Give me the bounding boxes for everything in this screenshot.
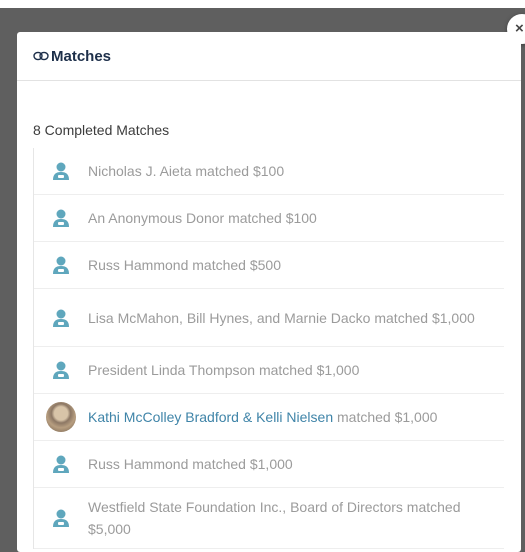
match-text: An Anonymous Donor matched $100 <box>88 207 317 229</box>
person-icon <box>46 250 76 280</box>
match-row: President Linda Thompson matched $1,000 <box>34 347 504 394</box>
match-text: Westfield State Foundation Inc., Board o… <box>88 496 504 540</box>
donor-name: Nicholas J. Aieta <box>88 163 192 179</box>
person-icon <box>46 203 76 233</box>
match-row: Russ Hammond matched $1,000 <box>34 441 504 488</box>
person-icon <box>46 503 76 533</box>
donor-name-link[interactable]: Kathi McColley Bradford & Kelli Nielsen <box>88 409 333 425</box>
donor-photo-avatar <box>46 402 76 432</box>
donor-name: Westfield State Foundation Inc., Board o… <box>88 499 403 515</box>
person-icon <box>46 355 76 385</box>
match-verb: matched <box>195 163 250 179</box>
donor-name: Lisa McMahon, Bill Hynes, and Marnie Dac… <box>88 309 371 326</box>
match-row: Nicholas J. Aieta matched $100 <box>34 148 504 195</box>
donor-name: Russ Hammond <box>88 257 189 273</box>
match-text: Russ Hammond matched $500 <box>88 254 281 276</box>
match-verb: matched <box>192 456 246 472</box>
match-amount: $1,000 <box>249 456 293 472</box>
match-text: Lisa McMahon, Bill Hynes, and Marnie Dac… <box>88 307 475 329</box>
match-amount: $1,000 <box>316 362 360 378</box>
match-text: Russ Hammond matched $1,000 <box>88 453 293 475</box>
match-text: Nicholas J. Aieta matched $100 <box>88 160 284 182</box>
matches-modal: Matches 8 Completed Matches Nicholas J. … <box>17 32 521 552</box>
match-row: Westfield State Foundation Inc., Board o… <box>34 488 504 549</box>
match-row: An Anonymous Donor matched $100 <box>34 195 504 242</box>
infinity-link-icon <box>33 51 49 61</box>
modal-header: Matches <box>17 32 521 81</box>
background-page-header <box>0 0 525 8</box>
match-amount: $100 <box>252 163 285 179</box>
match-row: Russ Hammond matched $500 <box>34 242 504 289</box>
match-amount: $5,000 <box>88 521 131 537</box>
match-row: Kathi McColley Bradford & Kelli Nielsen … <box>34 394 504 441</box>
match-verb: matched <box>337 409 391 425</box>
person-icon <box>46 156 76 186</box>
match-text: President Linda Thompson matched $1,000 <box>88 359 359 381</box>
donor-name: An Anonymous Donor <box>88 210 225 226</box>
match-verb: matched <box>228 210 282 226</box>
match-row: Lisa McMahon, Bill Hynes, and Marnie Dac… <box>34 289 504 347</box>
match-amount: $1,000 <box>394 409 438 425</box>
match-verb: matched <box>192 257 246 273</box>
match-text: Kathi McColley Bradford & Kelli Nielsen … <box>88 406 437 428</box>
donor-name: Russ Hammond <box>88 456 189 472</box>
match-verb: matched <box>374 309 429 326</box>
match-amount: $500 <box>249 257 282 273</box>
match-amount: $100 <box>285 210 317 226</box>
match-verb: matched <box>258 362 313 378</box>
match-list: Nicholas J. Aieta matched $100 An Anonym… <box>33 148 504 549</box>
completed-matches-heading: 8 Completed Matches <box>33 122 170 138</box>
donor-name: President Linda Thompson <box>88 362 256 378</box>
person-icon <box>46 449 76 479</box>
modal-title: Matches <box>51 47 112 65</box>
match-verb: matched <box>406 499 461 515</box>
match-amount: $1,000 <box>431 309 475 326</box>
person-icon <box>46 303 76 333</box>
